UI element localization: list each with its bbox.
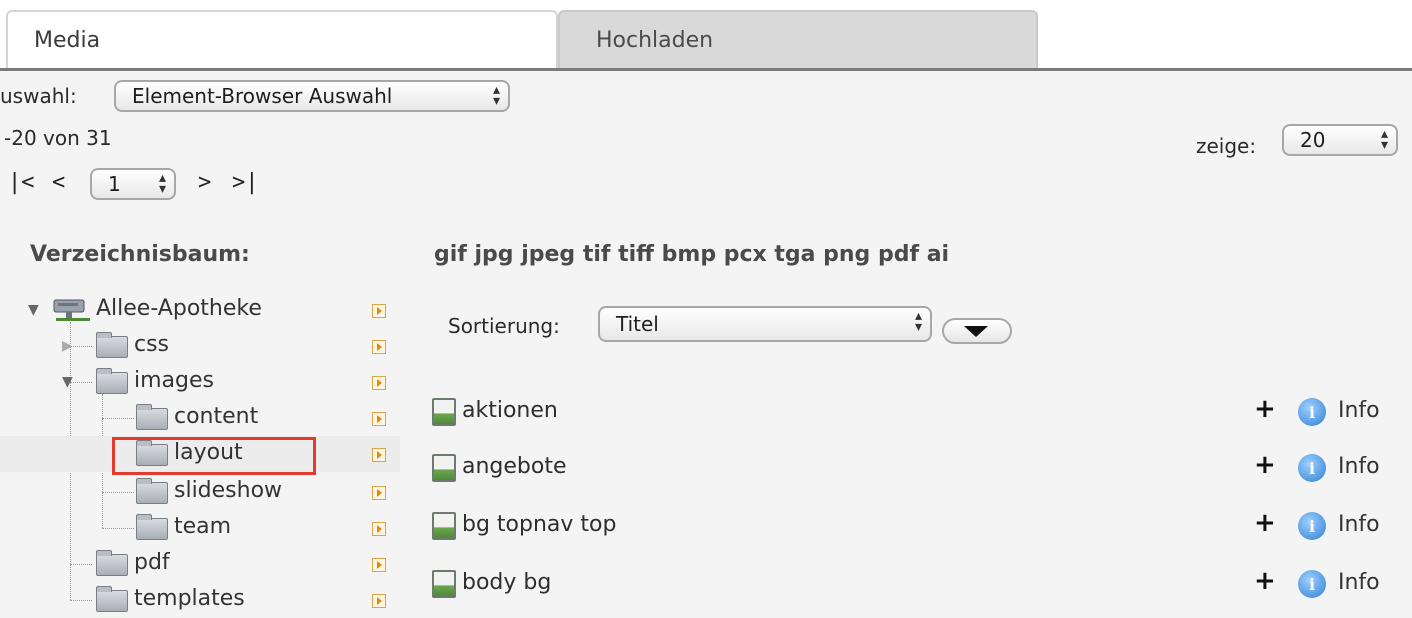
pager-prev[interactable]: < — [52, 170, 65, 195]
server-icon — [52, 298, 94, 328]
sort-value: Titel — [616, 312, 659, 336]
tree-item-label: pdf — [134, 550, 170, 575]
context-menu-icon[interactable] — [372, 412, 386, 426]
context-menu-icon[interactable] — [372, 340, 386, 354]
pager-last[interactable]: >| — [232, 170, 259, 195]
folder-icon — [96, 550, 128, 576]
folder-icon — [136, 514, 168, 540]
show-label: zeige: — [1196, 134, 1257, 158]
file-row[interactable]: bg topnav top + i Info — [432, 506, 1392, 546]
context-menu-icon[interactable] — [372, 594, 386, 608]
tree-item-pdf[interactable]: pdf — [0, 546, 400, 582]
image-file-icon — [432, 398, 456, 426]
select-arrows-icon: ▴ ▾ — [158, 170, 166, 197]
add-file-button[interactable]: + — [1254, 566, 1276, 596]
file-name[interactable]: body bg — [462, 570, 551, 595]
image-file-icon — [432, 570, 456, 598]
file-name[interactable]: aktionen — [462, 398, 558, 423]
pager-next[interactable]: > — [198, 170, 211, 195]
folder-icon — [96, 368, 128, 394]
selection-label: uswahl: — [0, 84, 77, 108]
context-menu-icon[interactable] — [372, 448, 386, 462]
sort-direction-button[interactable] — [942, 318, 1012, 344]
tree-item-label: slideshow — [174, 478, 283, 503]
info-icon[interactable]: i — [1298, 512, 1326, 540]
selection-highlight — [112, 437, 316, 475]
folder-icon — [136, 478, 168, 504]
range-text: -20 von 31 — [4, 126, 112, 150]
tree-item-label: css — [134, 332, 170, 357]
expand-toggle-icon[interactable]: ▼ — [28, 302, 39, 318]
context-menu-icon[interactable] — [372, 558, 386, 572]
info-link[interactable]: Info — [1338, 512, 1380, 537]
context-menu-icon[interactable] — [372, 522, 386, 536]
tree-item-label: Allee-Apotheke — [96, 296, 262, 321]
info-link[interactable]: Info — [1338, 570, 1380, 595]
add-file-button[interactable]: + — [1254, 508, 1276, 538]
file-row[interactable]: body bg + i Info — [432, 564, 1392, 604]
select-arrows-icon: ▴ ▾ — [914, 308, 922, 335]
context-menu-icon[interactable] — [372, 376, 386, 390]
sort-select[interactable]: Titel ▴ ▾ — [598, 306, 932, 342]
sort-label: Sortierung: — [448, 314, 560, 338]
file-types: gif jpg jpeg tif tiff bmp pcx tga png pd… — [434, 242, 950, 267]
tree-item-slideshow[interactable]: slideshow — [0, 474, 400, 510]
tree-item-images[interactable]: ▼ images — [0, 364, 400, 400]
pager-page-value: 1 — [108, 172, 121, 196]
info-icon[interactable]: i — [1298, 454, 1326, 482]
tab-upload[interactable]: Hochladen — [558, 10, 1038, 68]
tree-item-allee-apotheke[interactable]: ▼ Allee-Apotheke — [0, 292, 400, 328]
tree-item-label: templates — [134, 586, 245, 611]
select-arrows-icon: ▴ ▾ — [492, 82, 500, 109]
selection-value: Element-Browser Auswahl — [132, 84, 393, 108]
tab-upload-label: Hochladen — [596, 27, 714, 53]
tree-item-label: team — [174, 514, 232, 539]
collapse-toggle-icon[interactable]: ▶ — [62, 338, 73, 354]
folder-icon — [96, 586, 128, 612]
folder-icon — [96, 332, 128, 358]
tab-media[interactable]: Media — [6, 10, 558, 68]
add-file-button[interactable]: + — [1254, 394, 1276, 424]
tree-item-css[interactable]: ▶ css — [0, 328, 400, 364]
file-name[interactable]: angebote — [462, 454, 567, 479]
selection-select[interactable]: Element-Browser Auswahl ▴ ▾ — [114, 80, 510, 112]
tree-heading: Verzeichnisbaum: — [30, 242, 250, 267]
file-name[interactable]: bg topnav top — [462, 512, 616, 537]
info-link[interactable]: Info — [1338, 398, 1380, 423]
folder-icon — [136, 404, 168, 430]
show-value: 20 — [1300, 128, 1326, 152]
expand-toggle-icon[interactable]: ▼ — [62, 374, 73, 390]
add-file-button[interactable]: + — [1254, 450, 1276, 480]
tab-media-label: Media — [34, 27, 101, 53]
context-menu-icon[interactable] — [372, 304, 386, 318]
file-row[interactable]: aktionen + i Info — [432, 392, 1392, 432]
file-row[interactable]: angebote + i Info — [432, 448, 1392, 488]
info-icon[interactable]: i — [1298, 570, 1326, 598]
show-select[interactable]: 20 ▴ ▾ — [1282, 124, 1398, 156]
image-file-icon — [432, 454, 456, 482]
pager-first[interactable]: |< — [8, 170, 35, 195]
tree-item-label: content — [174, 404, 259, 429]
tree-item-label: images — [134, 368, 214, 393]
tree-item-team[interactable]: team — [0, 510, 400, 546]
image-file-icon — [432, 512, 456, 540]
pager-page-select[interactable]: 1 ▴ ▾ — [90, 168, 176, 200]
tree-item-templates[interactable]: templates — [0, 582, 400, 618]
info-icon[interactable]: i — [1298, 398, 1326, 426]
select-arrows-icon: ▴ ▾ — [1380, 126, 1388, 153]
info-link[interactable]: Info — [1338, 454, 1380, 479]
tree-item-content[interactable]: content — [0, 400, 400, 436]
context-menu-icon[interactable] — [372, 486, 386, 500]
